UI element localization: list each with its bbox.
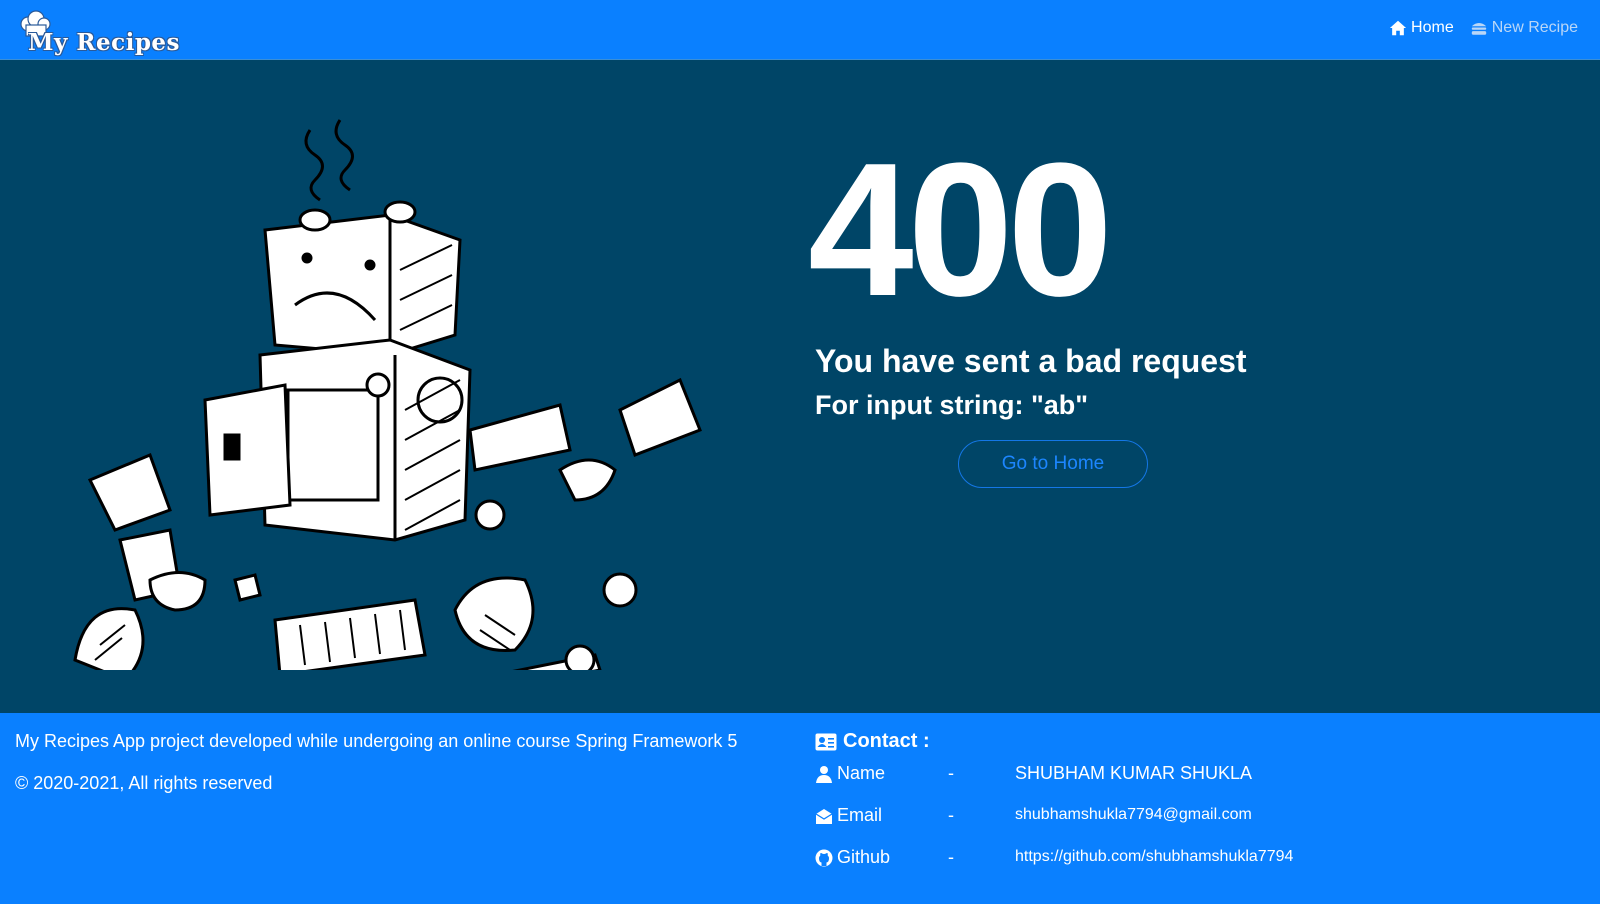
footer-description: My Recipes App project developed while u… <box>15 731 738 751</box>
nav-home-link[interactable]: Home <box>1389 19 1454 37</box>
contact-name-separator: - <box>948 763 954 783</box>
user-icon <box>816 765 832 783</box>
contact-row-email: Email - shubhamshukla7794@gmail.com <box>815 805 1515 829</box>
github-icon <box>815 849 833 866</box>
error-code: 400 <box>808 124 1113 336</box>
contact-row-github: Github - https://github.com/shubhamshukl… <box>815 847 1515 871</box>
error-title: You have sent a bad request <box>815 343 1247 379</box>
contact-name-label: Name <box>815 763 885 784</box>
home-icon <box>1389 20 1407 36</box>
nav-links: Home New Recipe <box>1389 19 1578 37</box>
contact-github-link[interactable]: https://github.com/shubhamshukla7794 <box>1015 848 1293 866</box>
nav-home-label: Home <box>1411 19 1454 36</box>
contact-email-label: Email <box>815 805 882 826</box>
footer: My Recipes App project developed while u… <box>0 713 1600 904</box>
envelope-icon <box>815 808 833 824</box>
contact-email-text: Email <box>837 805 883 825</box>
footer-copyright: © 2020-2021, All rights reserved <box>15 773 273 793</box>
address-card-icon <box>815 733 837 750</box>
brand-logo[interactable]: My Recipes <box>18 10 179 56</box>
contact-name-text: Name <box>837 763 886 783</box>
error-detail: For input string: "ab" <box>815 390 1089 420</box>
nav-new-recipe-link[interactable]: New Recipe <box>1470 19 1578 37</box>
broken-robot-illustration <box>73 119 702 670</box>
contact-heading: Contact : <box>815 730 930 753</box>
contact-email-separator: - <box>948 805 954 825</box>
brand-name: My Recipes <box>28 29 180 56</box>
navbar: My Recipes Home New Recipe <box>0 0 1600 60</box>
burger-icon <box>1471 23 1486 35</box>
contact-name-value: SHUBHAM KUMAR SHUKLA <box>1015 763 1253 783</box>
nav-new-recipe-label: New Recipe <box>1491 19 1578 36</box>
contact-github-label: Github <box>815 847 890 868</box>
contact-github-separator: - <box>948 847 954 867</box>
contact-row-name: Name - SHUBHAM KUMAR SHUKLA <box>815 763 1515 787</box>
contact-email-link[interactable]: shubhamshukla7794@gmail.com <box>1015 806 1252 824</box>
go-to-home-button[interactable]: Go to Home <box>958 440 1148 488</box>
contact-github-text: Github <box>837 847 891 867</box>
contact-title: Contact : <box>843 730 930 752</box>
error-section: 400 You have sent a bad request For inpu… <box>0 60 1600 713</box>
